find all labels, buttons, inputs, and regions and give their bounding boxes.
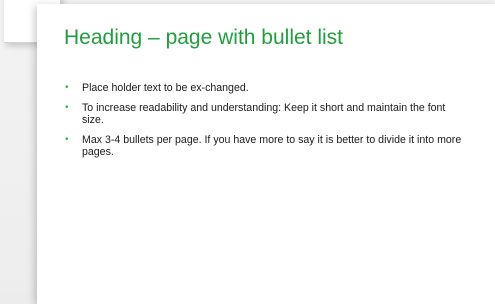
bullet-item[interactable]: • To increase readability and understand… — [64, 102, 464, 127]
bullet-dot-icon: • — [65, 133, 69, 145]
slide-title[interactable]: Heading – page with bullet list — [64, 25, 343, 51]
bullet-text: Place holder text to be ex-changed. — [82, 82, 249, 94]
bullet-text: To increase readability and understandin… — [82, 101, 446, 127]
bullet-dot-icon: • — [65, 101, 69, 113]
bullet-text: Max 3-4 bullets per page. If you have mo… — [82, 133, 462, 159]
bullet-list[interactable]: • Place holder text to be ex-changed. • … — [64, 82, 464, 166]
slide[interactable]: Heading – page with bullet list • Place … — [37, 4, 495, 304]
slide-canvas: Heading – page with bullet list • Place … — [0, 0, 495, 304]
bullet-item[interactable]: • Max 3-4 bullets per page. If you have … — [64, 134, 464, 159]
bullet-dot-icon: • — [65, 82, 69, 93]
bullet-item[interactable]: • Place holder text to be ex-changed. — [64, 82, 464, 95]
